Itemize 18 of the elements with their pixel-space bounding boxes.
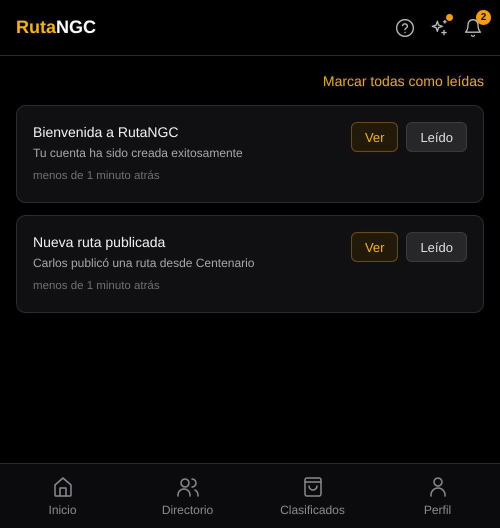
view-button[interactable]: Ver xyxy=(350,122,398,152)
help-icon[interactable] xyxy=(394,16,416,38)
nav-item[interactable]: Directorio xyxy=(132,474,242,518)
nav-item[interactable]: Clasificados xyxy=(258,474,368,518)
mark-read-button[interactable]: Leído xyxy=(406,122,467,152)
notification-time: menos de 1 minuto atrás xyxy=(33,170,161,182)
notification-title: Bienvenida a RutaNGC xyxy=(33,124,180,140)
notification-message: Tu cuenta ha sido creada exitosamente xyxy=(33,146,243,160)
notification-time: menos de 1 minuto atrás xyxy=(33,280,161,292)
app-logo: RutaNGC xyxy=(16,17,96,38)
mark-all-read-link[interactable]: Marcar todas como leídas xyxy=(322,73,484,89)
view-button[interactable]: Ver xyxy=(350,232,398,262)
notification-title: Nueva ruta publicada xyxy=(33,234,166,250)
notification-message: Carlos publicó una ruta desde Centenario xyxy=(33,256,254,270)
notification-count: 2 xyxy=(476,10,491,24)
nav-item[interactable]: Perfil xyxy=(382,474,492,518)
mark-read-button[interactable]: Leído xyxy=(406,232,467,262)
nav-item[interactable]: Inicio xyxy=(8,474,118,518)
